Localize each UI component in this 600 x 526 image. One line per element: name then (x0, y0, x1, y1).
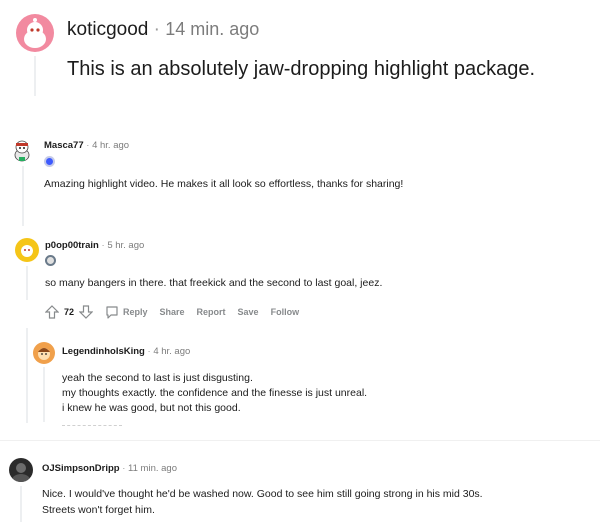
snoo-avatar-icon (21, 245, 33, 257)
collapsed-action-row (62, 425, 122, 429)
thread-line[interactable] (26, 328, 28, 423)
comment-timestamp[interactable]: 11 min. ago (128, 463, 177, 474)
comment-author[interactable]: koticgood (67, 19, 148, 40)
thread-line[interactable] (34, 56, 36, 96)
comment-body: This is an absolutely jaw-dropping highl… (67, 58, 536, 80)
upvote-arrow-icon (45, 305, 59, 319)
thread-line[interactable] (43, 367, 45, 422)
meta-separator: · (147, 346, 151, 357)
comment-body-line: my thoughts exactly. the confidence and … (62, 387, 368, 399)
comment-body-line: Nice. I would've thought he'd be washed … (42, 488, 483, 500)
meta-separator: · (153, 19, 160, 40)
downvote-button[interactable] (79, 305, 94, 319)
comment-timestamp[interactable]: 5 hr. ago (107, 240, 144, 251)
avatar-masca77[interactable] (9, 137, 35, 163)
comment-timestamp[interactable]: 4 hr. ago (153, 346, 190, 357)
downvote-arrow-icon (79, 305, 94, 319)
comment-body-line: i knew he was good, but not this good. (62, 402, 241, 414)
snoo-avatar-icon (14, 140, 30, 162)
comment-timestamp[interactable]: 14 min. ago (165, 19, 259, 39)
comment-meta: p0op00train · 5 hr. ago (45, 240, 144, 251)
comment-body: Amazing highlight video. He makes it all… (44, 178, 404, 190)
avatar-ojsimpsondripp[interactable] (9, 458, 33, 482)
user-flair-icon (44, 156, 55, 167)
upvote-button[interactable] (45, 305, 59, 319)
comment-author[interactable]: LegendinhoIsKing (62, 346, 145, 357)
report-button[interactable]: Report (197, 307, 226, 317)
reply-label: Reply (123, 307, 148, 317)
vote-count: 72 (64, 307, 75, 317)
save-button[interactable]: Save (238, 307, 259, 317)
snoo-avatar-icon (38, 348, 50, 360)
avatar-legendinhoisking[interactable] (33, 342, 55, 364)
comment-author[interactable]: Masca77 (44, 140, 84, 151)
reply-button[interactable]: Reply (105, 305, 148, 319)
comment-body: so many bangers in there. that freekick … (45, 277, 383, 289)
comment-meta: koticgood · 14 min. ago (67, 19, 259, 41)
divider (0, 440, 600, 441)
user-flair-icon (45, 255, 56, 266)
follow-button[interactable]: Follow (271, 307, 300, 317)
thread-line[interactable] (26, 266, 28, 300)
snoo-avatar-icon (24, 18, 46, 48)
comment-author[interactable]: p0op00train (45, 240, 99, 251)
comment-meta: LegendinhoIsKing · 4 hr. ago (62, 346, 190, 357)
comment-meta: OJSimpsonDripp · 11 min. ago (42, 463, 177, 474)
thread-line[interactable] (20, 486, 22, 522)
comment-body-line: Streets won't forget him. (42, 504, 155, 516)
comment-body-line: yeah the second to last is just disgusti… (62, 372, 253, 384)
avatar-p0op00train[interactable] (15, 238, 39, 262)
thread-line[interactable] (22, 166, 24, 226)
meta-separator: · (86, 140, 90, 151)
meta-separator: · (101, 240, 105, 251)
comment-action-bar: 72 Reply Share Report Save Follow (45, 303, 311, 321)
comment-timestamp[interactable]: 4 hr. ago (92, 140, 129, 151)
meta-separator: · (122, 463, 126, 474)
reply-bubble-icon (106, 306, 118, 319)
share-button[interactable]: Share (160, 307, 185, 317)
user-photo-icon (12, 463, 30, 482)
avatar-koticgood[interactable] (16, 14, 54, 52)
comment-meta: Masca77 · 4 hr. ago (44, 140, 129, 151)
comment-author[interactable]: OJSimpsonDripp (42, 463, 120, 474)
